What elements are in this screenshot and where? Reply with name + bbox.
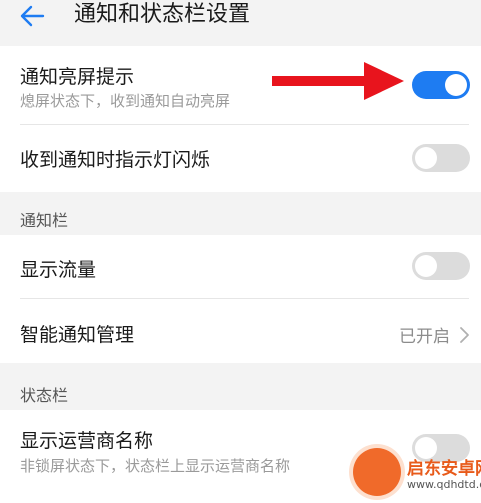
item-title: 收到通知时指示灯闪烁 bbox=[20, 149, 211, 171]
watermark-name: 启东安卓网 bbox=[407, 459, 481, 479]
watermark-logo: 启东安卓网 www.qdhdtd.com bbox=[345, 440, 481, 503]
item-title: 智能通知管理 bbox=[20, 324, 135, 346]
settings-group-notification-bar: 显示流量 智能通知管理 已开启 bbox=[0, 235, 481, 363]
show-traffic-toggle[interactable] bbox=[412, 252, 470, 280]
list-item-smart-notification[interactable]: 智能通知管理 已开启 bbox=[0, 299, 481, 363]
status-value: 已开启 bbox=[399, 327, 450, 347]
logo-circle-icon bbox=[353, 448, 401, 496]
back-arrow-icon bbox=[20, 5, 45, 27]
chevron-right-icon bbox=[460, 327, 469, 343]
list-item-indicator-light[interactable]: 收到通知时指示灯闪烁 bbox=[0, 125, 481, 192]
toggle-knob bbox=[445, 74, 467, 96]
item-title: 显示流量 bbox=[20, 259, 97, 281]
settings-group-general: 通知亮屏提示 熄屏状态下，收到通知自动亮屏 收到通知时指示灯闪烁 bbox=[0, 46, 481, 192]
page-title: 通知和状态栏设置 bbox=[74, 2, 251, 27]
item-subtitle: 非锁屏状态下，状态栏上显示运营商名称 bbox=[20, 457, 291, 475]
item-title: 通知亮屏提示 bbox=[20, 66, 135, 88]
annotation-arrow-icon bbox=[272, 62, 404, 100]
item-title: 显示运营商名称 bbox=[20, 430, 154, 452]
back-button[interactable] bbox=[14, 2, 50, 30]
app-header: 通知和状态栏设置 bbox=[0, 0, 481, 46]
toggle-knob bbox=[415, 255, 437, 277]
watermark-url: www.qdhdtd.com bbox=[407, 478, 481, 491]
list-item-wake-screen[interactable]: 通知亮屏提示 熄屏状态下，收到通知自动亮屏 bbox=[0, 46, 481, 124]
indicator-light-toggle[interactable] bbox=[412, 144, 470, 172]
item-subtitle: 熄屏状态下，收到通知自动亮屏 bbox=[20, 92, 231, 110]
section-label-status-bar: 状态栏 bbox=[20, 386, 69, 405]
wake-screen-toggle[interactable] bbox=[412, 71, 470, 99]
list-item-show-traffic[interactable]: 显示流量 bbox=[0, 235, 481, 298]
section-label-notification-bar: 通知栏 bbox=[20, 211, 69, 230]
toggle-knob bbox=[415, 147, 437, 169]
